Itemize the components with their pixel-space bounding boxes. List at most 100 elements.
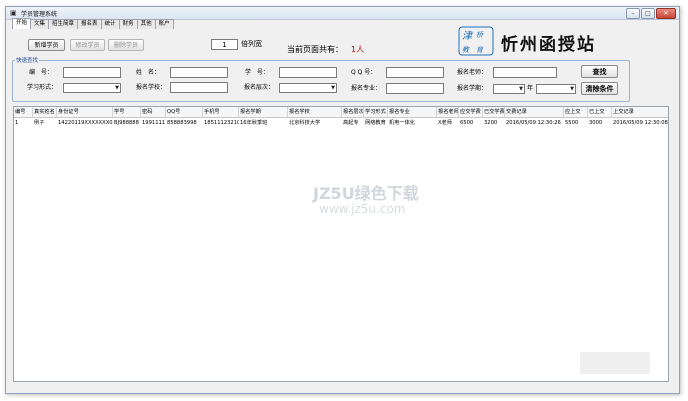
major-label: 报名专业： bbox=[351, 85, 382, 92]
chevron-down-icon: ▼ bbox=[331, 85, 335, 91]
teacher-label: 报名老师： bbox=[457, 69, 488, 76]
table-cell: 北京科技大学 bbox=[289, 120, 321, 126]
table-cell: 3000 bbox=[589, 120, 603, 126]
column-header[interactable]: 报名学校 bbox=[288, 107, 342, 117]
window-title: 学员管理系统 bbox=[21, 11, 58, 18]
student-table[interactable]: 编号 真实姓名 身份证号 学号 密码 QQ号 手机号 报名学期 报名学校 报名层… bbox=[13, 106, 669, 382]
id-label: 编 号： bbox=[29, 69, 54, 76]
chevron-down-icon: ▼ bbox=[519, 86, 523, 92]
column-header[interactable]: 报名老师 bbox=[437, 107, 459, 117]
column-header[interactable]: 学号 bbox=[113, 107, 141, 117]
watermark: JZ5U绿色下载 www.jz5u.com bbox=[313, 180, 439, 220]
tab-statistics[interactable]: 统计 bbox=[100, 19, 120, 29]
column-header[interactable]: 报名学期 bbox=[239, 107, 288, 117]
table-cell: 1991111 bbox=[142, 120, 166, 126]
study-mode-label: 学习形式： bbox=[27, 84, 58, 91]
new-student-button[interactable]: 新增学员 bbox=[28, 39, 65, 51]
student-no-input[interactable] bbox=[279, 67, 337, 78]
table-cell: 2016/05/09 12:30:26 bbox=[506, 120, 561, 126]
column-header[interactable]: QQ号 bbox=[166, 107, 203, 117]
column-header[interactable]: 身份证号 bbox=[57, 107, 113, 117]
column-header[interactable]: 已交学费 bbox=[483, 107, 505, 117]
logo-seal-icon: 津 桥 教 育 bbox=[458, 26, 494, 56]
tab-admissions[interactable]: 招生简章 bbox=[48, 19, 79, 29]
edit-student-button[interactable]: 修改学员 bbox=[70, 39, 105, 51]
column-header[interactable]: 已上交 bbox=[588, 107, 612, 117]
term-year-select[interactable]: ▼ bbox=[493, 84, 525, 94]
column-header[interactable]: 手机号 bbox=[203, 107, 239, 117]
name-label: 姓 名： bbox=[136, 69, 161, 76]
year-label: 年 bbox=[527, 85, 534, 92]
main-tabs: 开始 文集 招生简章 报名表 统计 财务 其他 账户 bbox=[12, 18, 174, 29]
table-cell: 6500 bbox=[460, 120, 474, 126]
table-cell: 18511123210 bbox=[204, 120, 239, 126]
study-mode-select[interactable]: ▼ bbox=[63, 83, 121, 93]
clear-conditions-button[interactable]: 清除条件 bbox=[581, 82, 618, 95]
close-button[interactable]: ✕ bbox=[656, 8, 676, 19]
student-no-label: 学 号： bbox=[245, 69, 270, 76]
table-cell: BJ988888 bbox=[114, 120, 139, 126]
table-header: 编号 真实姓名 身份证号 学号 密码 QQ号 手机号 报名学期 报名学校 报名层… bbox=[14, 107, 668, 118]
table-cell: 例子 bbox=[34, 120, 45, 126]
tab-registration[interactable]: 报名表 bbox=[77, 19, 102, 29]
qq-input[interactable] bbox=[386, 67, 444, 78]
table-cell: 5500 bbox=[565, 120, 579, 126]
record-count-value: 1人 bbox=[351, 45, 365, 54]
column-header[interactable]: 上交记录 bbox=[612, 107, 668, 117]
qq-label: Q Q 号： bbox=[351, 69, 377, 76]
column-header[interactable]: 编号 bbox=[14, 107, 33, 117]
column-header[interactable]: 交费记录 bbox=[505, 107, 564, 117]
term-season-select[interactable]: ▼ bbox=[536, 84, 576, 94]
level-label: 报名层次： bbox=[244, 84, 275, 91]
name-input[interactable] bbox=[170, 67, 228, 78]
column-width-label: 倍列宽 bbox=[241, 40, 262, 48]
level-select[interactable]: ▼ bbox=[279, 83, 337, 93]
tab-account[interactable]: 账户 bbox=[154, 19, 174, 29]
svg-text:育: 育 bbox=[476, 46, 484, 54]
chevron-down-icon: ▼ bbox=[570, 86, 574, 92]
table-cell: 网络教育 bbox=[365, 120, 386, 126]
chevron-down-icon: ▼ bbox=[115, 85, 119, 91]
quick-search-title: 快速查找 bbox=[15, 56, 40, 64]
table-cell: 2016/05/09 12:30:08 bbox=[613, 120, 668, 126]
tab-documents[interactable]: 文集 bbox=[30, 19, 50, 29]
table-cell: X老师 bbox=[438, 120, 452, 126]
table-row[interactable]: 1 例子 14220119XXXXXXX0000 BJ988888 199111… bbox=[14, 118, 668, 129]
column-header[interactable]: 报名层次 bbox=[342, 107, 364, 117]
tab-start[interactable]: 开始 bbox=[12, 18, 32, 29]
maximize-button[interactable]: □ bbox=[641, 8, 655, 19]
id-input[interactable] bbox=[63, 67, 121, 78]
tab-other[interactable]: 其他 bbox=[136, 19, 156, 29]
teacher-input[interactable] bbox=[493, 67, 557, 78]
search-button[interactable]: 查找 bbox=[581, 65, 618, 78]
table-cell: 机电一体化 bbox=[389, 120, 415, 126]
column-header[interactable]: 应上交 bbox=[564, 107, 588, 117]
column-header[interactable]: 密码 bbox=[141, 107, 166, 117]
column-header[interactable]: 报名专业 bbox=[388, 107, 437, 117]
table-cell: 高起专 bbox=[343, 120, 359, 126]
column-header[interactable]: 应交学费 bbox=[459, 107, 483, 117]
minimize-button[interactable]: – bbox=[626, 8, 640, 19]
app-icon: ▣ bbox=[10, 9, 17, 17]
blurred-region bbox=[580, 352, 650, 374]
record-count-label: 当前页面共有： bbox=[287, 45, 343, 54]
brand-title: 忻州函授站 bbox=[501, 35, 596, 55]
column-header[interactable]: 真实姓名 bbox=[33, 107, 57, 117]
school-input[interactable] bbox=[170, 82, 228, 93]
major-input[interactable] bbox=[386, 83, 444, 94]
window-controls: – □ ✕ bbox=[626, 8, 676, 19]
watermark-url: www.jz5u.com bbox=[319, 202, 406, 216]
table-cell: 3200 bbox=[484, 120, 498, 126]
delete-student-button[interactable]: 删除学员 bbox=[108, 39, 144, 51]
svg-text:桥: 桥 bbox=[476, 31, 484, 39]
watermark-main: JZ5U绿色下载 bbox=[313, 184, 419, 203]
table-cell: 858883998 bbox=[167, 120, 197, 126]
column-header[interactable]: 学习形式 bbox=[364, 107, 388, 117]
school-label: 报名学校： bbox=[136, 84, 167, 91]
table-cell: 14220119XXXXXXX0000 bbox=[58, 120, 113, 126]
svg-text:津: 津 bbox=[462, 30, 474, 42]
table-cell: 16年秋季班 bbox=[240, 120, 268, 126]
column-width-input[interactable]: 1 bbox=[211, 39, 238, 50]
tab-finance[interactable]: 财务 bbox=[118, 19, 138, 29]
table-cell: 1 bbox=[15, 120, 19, 126]
